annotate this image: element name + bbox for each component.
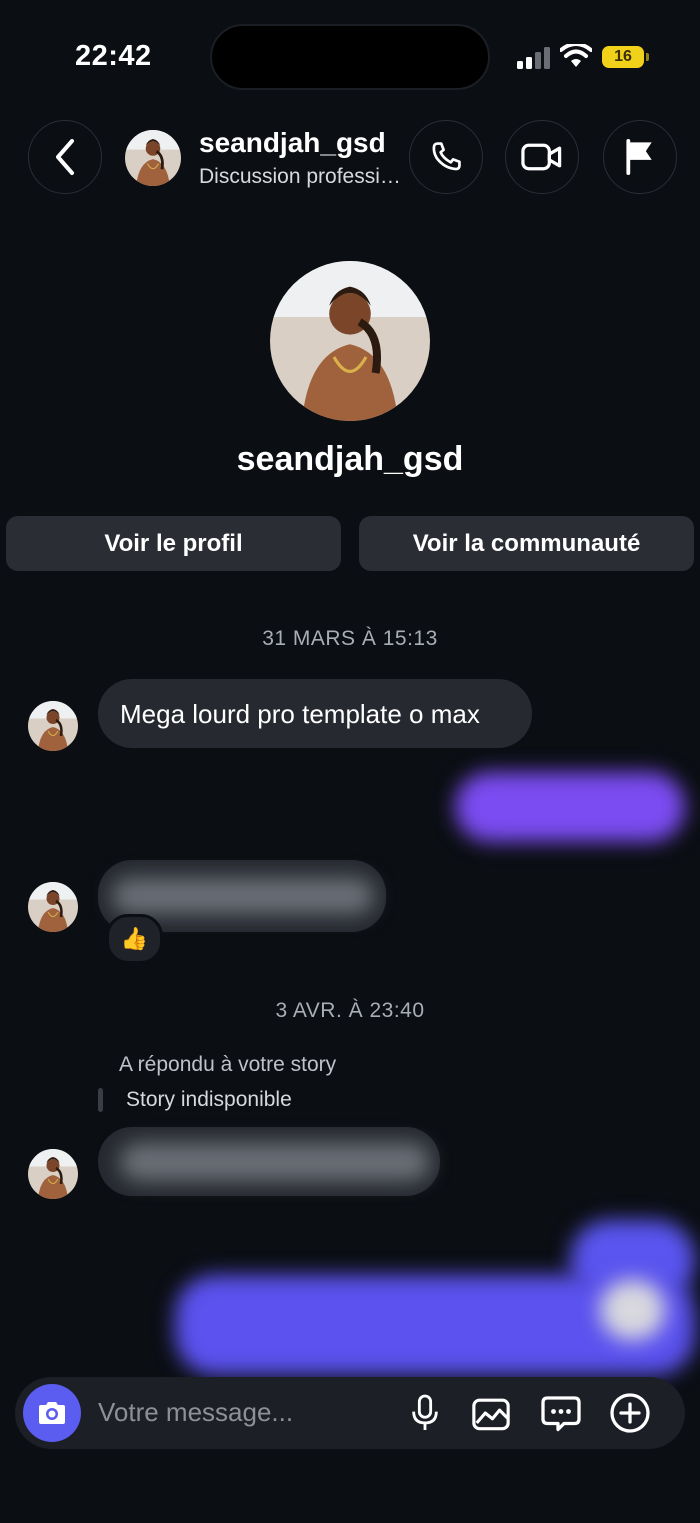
battery-cap [646, 53, 649, 61]
message-avatar[interactable] [28, 701, 78, 751]
reaction-badge[interactable]: 👍 [106, 914, 163, 964]
video-icon [521, 143, 562, 171]
add-icon[interactable] [609, 1392, 651, 1434]
header-subtitle: Discussion professionnelle [199, 165, 409, 188]
sticker-icon[interactable] [540, 1393, 582, 1433]
date-separator: 31 MARS À 15:13 [262, 627, 438, 650]
phone-icon [432, 142, 461, 171]
flag-icon [626, 139, 652, 175]
back-button[interactable] [28, 120, 102, 194]
outgoing-message-bubble[interactable] [455, 772, 685, 842]
blurred-message-text [120, 1143, 430, 1181]
header-avatar[interactable] [125, 130, 181, 186]
call-button[interactable] [409, 120, 483, 194]
message-avatar[interactable] [28, 882, 78, 932]
signal-icon [517, 47, 550, 69]
story-reply-label: A répondu à votre story [119, 1053, 337, 1076]
status-time: 22:42 [75, 40, 152, 72]
outgoing-attachment[interactable] [600, 1280, 665, 1340]
back-icon [56, 139, 74, 175]
profile-avatar[interactable] [270, 261, 430, 421]
profile-username: seandjah_gsd [236, 440, 464, 478]
wifi-icon [560, 44, 592, 67]
view-community-button[interactable]: Voir la communauté [359, 516, 694, 571]
mic-icon[interactable] [408, 1393, 442, 1433]
story-quote-bar [98, 1088, 103, 1112]
date-separator: 3 AVR. À 23:40 [275, 999, 425, 1022]
message-input[interactable]: Votre message... [98, 1397, 293, 1428]
view-profile-button[interactable]: Voir le profil [6, 516, 341, 571]
video-call-button[interactable] [505, 120, 579, 194]
message-avatar[interactable] [28, 1149, 78, 1199]
dynamic-island [210, 24, 490, 90]
blurred-message-text [112, 878, 374, 914]
header-username[interactable]: seandjah_gsd [199, 127, 386, 159]
gallery-icon[interactable] [471, 1394, 511, 1432]
story-unavailable-label: Story indisponible [126, 1088, 292, 1111]
battery-indicator: 16 [602, 46, 644, 68]
report-button[interactable] [603, 120, 677, 194]
camera-button[interactable] [23, 1384, 81, 1442]
incoming-message-text: Mega lourd pro template o max [120, 699, 480, 729]
camera-icon [39, 1402, 65, 1424]
